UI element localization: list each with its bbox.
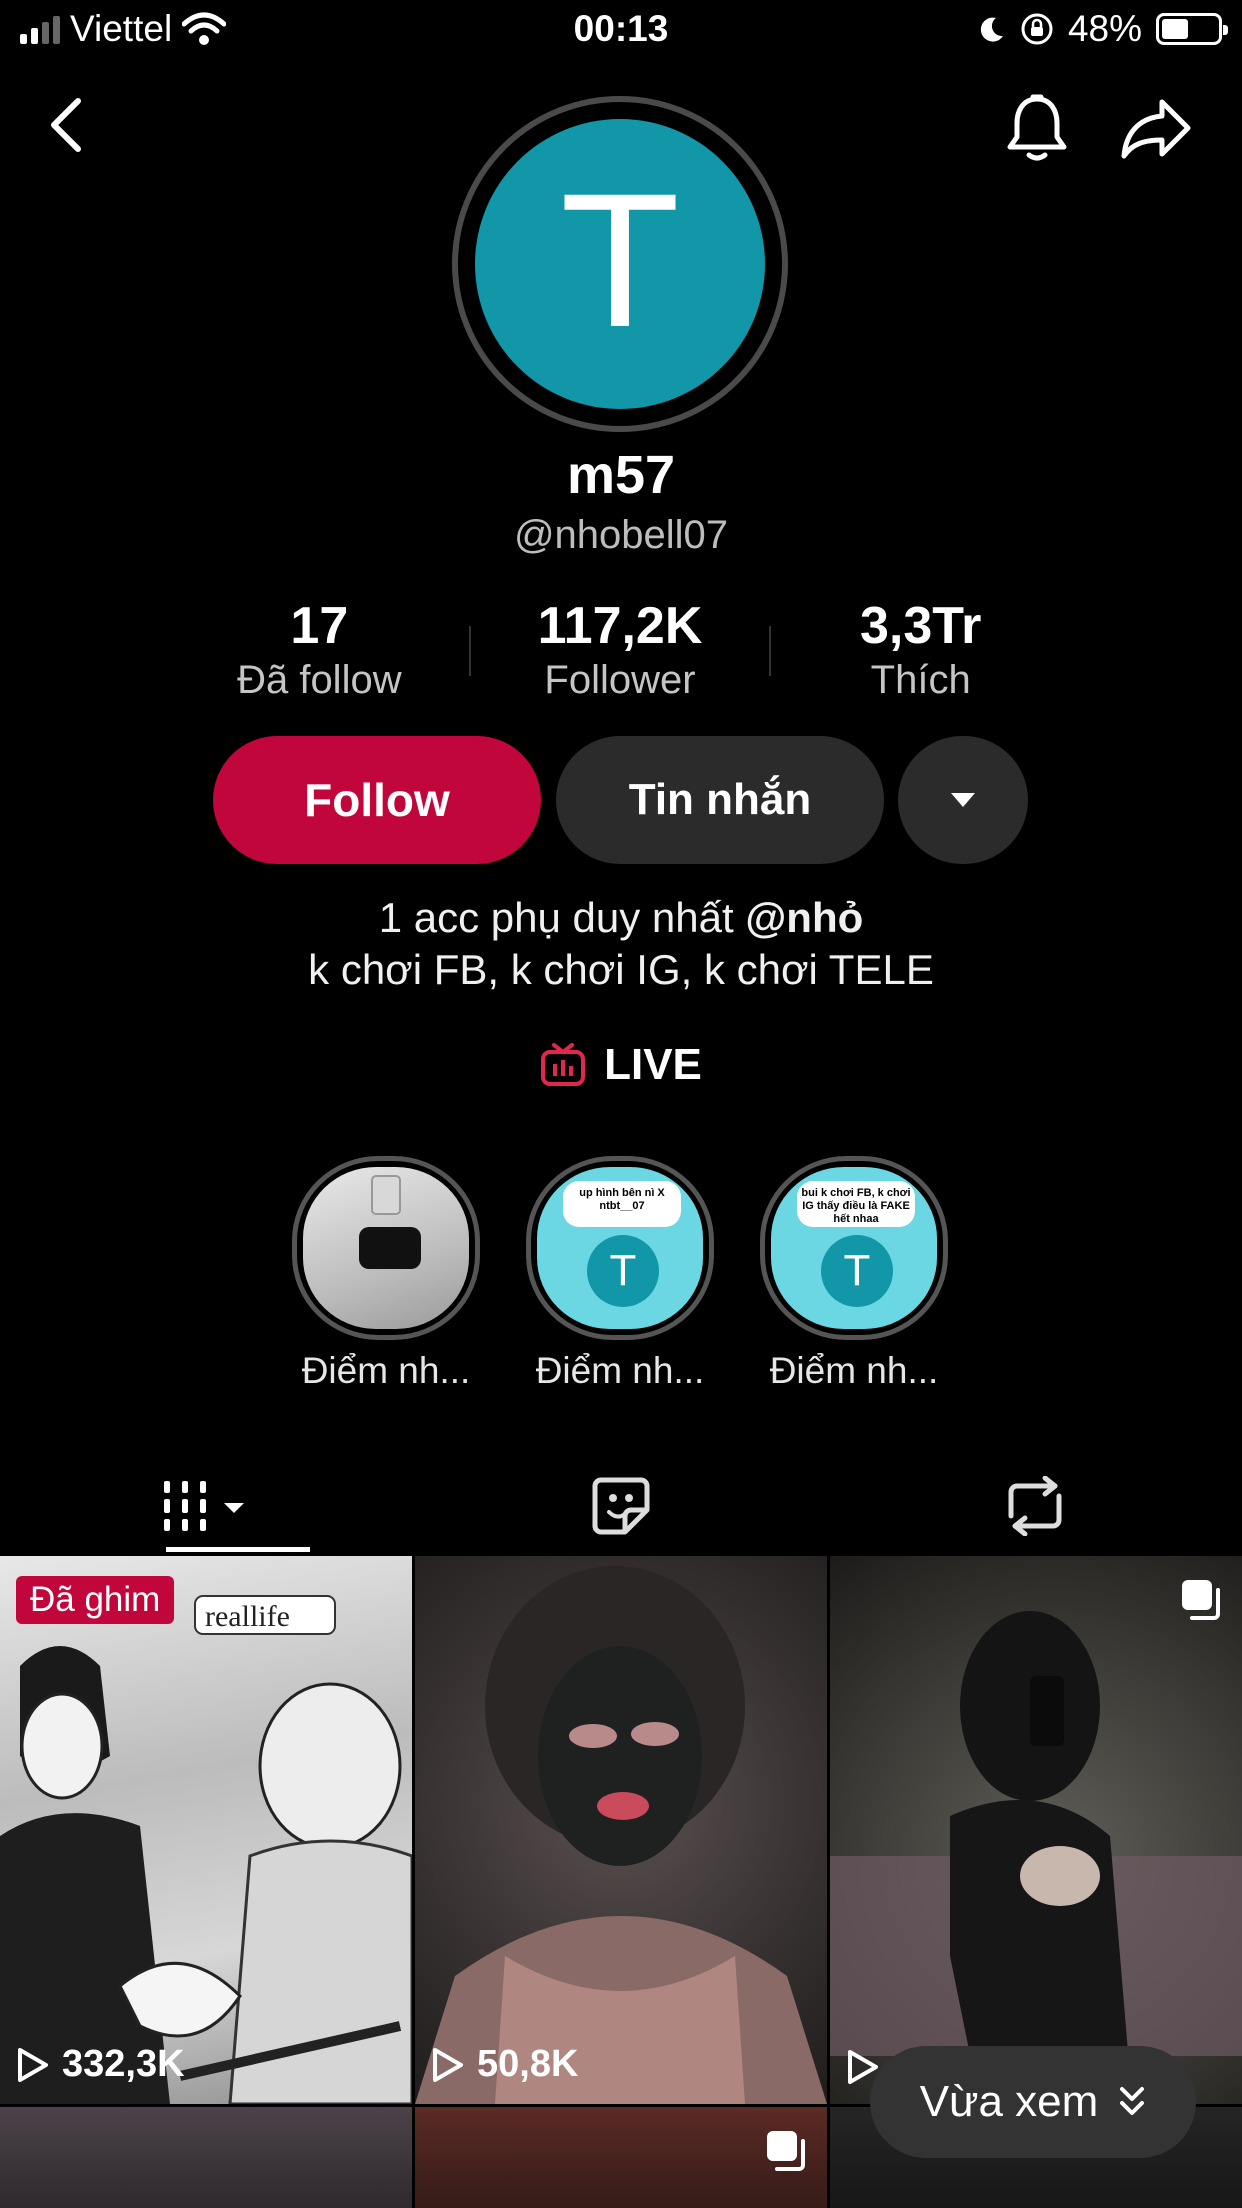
highlight-item[interactable]: bui k chơi FB, k chơi IG thấy điều là FA… <box>760 1156 948 1392</box>
tab-videos[interactable] <box>0 1456 414 1556</box>
highlight-thumbnail <box>303 1167 469 1329</box>
back-button[interactable] <box>36 90 96 160</box>
bio: 1 acc phụ duy nhất @nhỏ k chơi FB, k chơ… <box>0 892 1242 996</box>
highlight-thumbnail: bui k chơi FB, k chơi IG thấy điều là FA… <box>771 1167 937 1329</box>
highlight-ring: up hình bên nì X ntbt__07 T <box>526 1156 714 1340</box>
video-artwork <box>415 1566 827 2104</box>
manga-artwork: reallife <box>0 1595 412 2104</box>
avatar-letter: T <box>475 119 765 409</box>
highlight-label: Điểm nh... <box>535 1350 705 1391</box>
highlight-label: Điểm nh... <box>769 1350 939 1391</box>
tab-reposts[interactable] <box>828 1456 1242 1556</box>
stat-likes[interactable]: 3,3Tr Thích <box>771 596 1070 706</box>
caret-down-icon <box>951 793 975 807</box>
play-icon <box>18 2047 48 2082</box>
recently-watched-button[interactable]: Vừa xem <box>870 2046 1196 2158</box>
video-thumbnail[interactable] <box>415 2107 827 2208</box>
follow-button[interactable]: Follow <box>213 736 541 864</box>
double-chevron-down-icon <box>1120 2087 1145 2115</box>
pinned-badge: Đã ghim <box>16 1576 175 1624</box>
highlight-item[interactable]: Điểm nh... <box>292 1156 480 1392</box>
highlight-note: bui k chơi FB, k chơi IG thấy điều là FA… <box>797 1181 915 1227</box>
bell-icon <box>1007 94 1067 161</box>
tab-favorites[interactable] <box>414 1456 828 1556</box>
share-button[interactable] <box>1118 90 1194 166</box>
username-handle: @nhobell07 <box>513 513 729 557</box>
stat-followers-label: Follower <box>544 658 696 702</box>
highlight-avatar: T <box>821 1235 893 1307</box>
view-count-value: 50,8K <box>477 2043 579 2085</box>
status-right: 48% <box>976 8 1228 50</box>
share-arrow-icon <box>1121 99 1191 159</box>
avatar[interactable]: T <box>452 96 788 432</box>
video-artwork <box>830 1611 1242 2104</box>
svg-text:reallife: reallife <box>205 1600 290 1633</box>
repost-icon <box>1008 1476 1062 1536</box>
live-label: LIVE <box>604 1040 702 1089</box>
grid-icon <box>164 1481 244 1531</box>
message-button[interactable]: Tin nhắn <box>556 736 884 864</box>
suggested-accounts-button[interactable] <box>898 736 1028 864</box>
live-link[interactable]: LIVE <box>0 1040 1242 1090</box>
battery-icon <box>1156 13 1228 45</box>
play-icon <box>433 2047 463 2082</box>
recently-watched-label: Vừa xem <box>919 2077 1099 2126</box>
highlight-thumbnail: up hình bên nì X ntbt__07 T <box>537 1167 703 1329</box>
stat-followers-value: 117,2K <box>537 597 703 655</box>
highlight-ring <box>292 1156 480 1340</box>
profile-stats: 17 Đã follow 117,2K Follower 3,3Tr Thích <box>170 596 1070 706</box>
battery-percent: 48% <box>1067 8 1142 49</box>
view-count: 332,3K <box>16 2043 185 2086</box>
stat-followers[interactable]: 117,2K Follower <box>471 596 770 706</box>
video-thumbnail[interactable] <box>830 1556 1242 2104</box>
stat-following-value: 17 <box>290 597 349 655</box>
sticker-icon <box>592 1477 650 1535</box>
stat-following-label: Đã follow <box>237 658 402 702</box>
stat-following[interactable]: 17 Đã follow <box>170 596 469 706</box>
video-thumbnail[interactable]: reallife Đã ghim 332,3K <box>0 1556 412 2104</box>
highlight-note: up hình bên nì X ntbt__07 <box>563 1181 681 1227</box>
chevron-left-icon <box>51 98 81 152</box>
highlight-label: Điểm nh... <box>301 1350 471 1391</box>
display-name: m57 <box>566 445 676 505</box>
bio-mention-link[interactable]: @nhỏ <box>745 894 863 941</box>
video-thumbnail[interactable] <box>0 2107 412 2208</box>
highlight-item[interactable]: up hình bên nì X ntbt__07 T Điểm nh... <box>526 1156 714 1392</box>
multi-photo-icon <box>1182 1580 1220 1620</box>
story-highlights: Điểm nh... up hình bên nì X ntbt__07 T Đ… <box>292 1156 948 1392</box>
rotation-lock-icon <box>1021 13 1053 45</box>
video-thumbnail[interactable]: 50,8K <box>415 1556 827 2104</box>
stat-likes-value: 3,3Tr <box>859 597 982 655</box>
highlight-ring: bui k chơi FB, k chơi IG thấy điều là FA… <box>760 1156 948 1340</box>
view-count-value: 332,3K <box>62 2043 185 2085</box>
highlight-avatar: T <box>587 1235 659 1307</box>
notification-button[interactable] <box>1002 90 1072 166</box>
bio-line-2: k chơi FB, k chơi IG, k chơi TELE <box>308 946 934 993</box>
multi-photo-icon <box>767 2131 805 2171</box>
status-bar: Viettel 00:13 48% <box>0 0 1242 62</box>
bio-line-1: 1 acc phụ duy nhất @nhỏ <box>0 892 1242 944</box>
stat-likes-label: Thích <box>870 658 971 702</box>
view-count: 50,8K <box>431 2043 578 2086</box>
bio-text: 1 acc phụ duy nhất <box>378 894 746 941</box>
moon-icon <box>980 17 1003 42</box>
profile-tabs <box>0 1456 1242 1556</box>
live-tv-icon <box>541 1043 586 1086</box>
